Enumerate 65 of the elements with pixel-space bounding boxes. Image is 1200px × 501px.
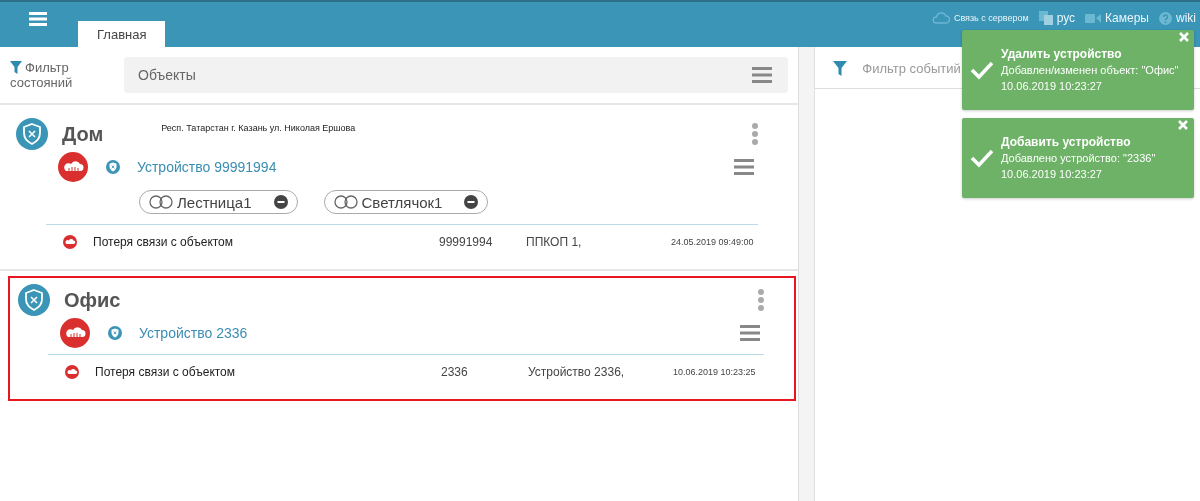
close-button[interactable] xyxy=(1178,32,1189,42)
close-button[interactable] xyxy=(1178,120,1188,130)
more-button[interactable] xyxy=(752,123,759,145)
notification-title: Удалить устройство xyxy=(1001,46,1123,62)
top-link[interactable]: Камеры xyxy=(1085,11,1149,25)
top-link[interactable]: рус xyxy=(1038,11,1076,25)
event-time: 10.06.2019 10:23:25 xyxy=(673,367,756,377)
translate-icon xyxy=(1038,11,1053,25)
menu-button[interactable] xyxy=(29,12,47,26)
close-icon xyxy=(1178,120,1188,130)
more-button[interactable] xyxy=(758,289,765,311)
event-cell-text: Устройство 2336, xyxy=(528,365,626,379)
top-link[interactable]: wiki xyxy=(1159,11,1196,25)
filter-icon xyxy=(833,61,848,76)
event-cell-text: 99991994 xyxy=(439,235,494,249)
cloud-icon xyxy=(60,318,90,348)
check-icon xyxy=(970,60,994,80)
event-text: Потеря связи с объектом xyxy=(95,365,237,379)
tab[interactable]: Главная xyxy=(78,21,166,47)
zone-label: Светлячок1 xyxy=(361,193,443,211)
filter-icon xyxy=(10,61,22,74)
object-name: Офис xyxy=(64,288,121,312)
menu-icon xyxy=(740,325,761,341)
top-link[interactable]: Связь с сервером xyxy=(931,11,1029,25)
event-time: 24.05.2019 09:49:00 xyxy=(671,237,754,247)
remove-icon xyxy=(273,195,288,209)
shield-icon xyxy=(16,118,48,150)
cloud-icon xyxy=(931,12,950,24)
filter-button[interactable]: Фильтр состояний xyxy=(10,60,86,90)
object-card[interactable]: Офис Устройство 2336 Потеря связи с объектом 2336 Устройство 2336, 10.06.2019 10:23:25 xyxy=(8,276,797,401)
more-icon xyxy=(752,123,759,145)
shield-icon xyxy=(106,160,120,174)
close-icon xyxy=(1178,32,1189,42)
menu-icon xyxy=(752,67,773,83)
device-link[interactable]: Устройство 2336 xyxy=(139,325,248,341)
cloud-icon xyxy=(65,365,79,379)
more-icon xyxy=(758,289,765,311)
cloud-icon xyxy=(58,152,88,182)
notification-message: Добавлен/изменен объект: "Офис" xyxy=(1001,63,1179,78)
event-cell-text: 2336 xyxy=(441,365,469,379)
menu-icon xyxy=(734,159,755,175)
notification-title: Добавить устройство xyxy=(1001,134,1132,150)
menu-icon xyxy=(29,12,47,26)
check-icon xyxy=(970,148,994,168)
event-text: Потеря связи с объектом xyxy=(93,235,235,249)
shield-icon xyxy=(18,284,50,316)
menu-button[interactable] xyxy=(744,57,789,93)
remove-icon xyxy=(464,195,479,209)
help-icon xyxy=(1159,11,1172,25)
toggle-icon xyxy=(333,195,358,209)
cloud-icon xyxy=(63,235,77,249)
menu-button[interactable] xyxy=(734,159,755,175)
menu-button[interactable] xyxy=(740,325,761,341)
object-name: Дом xyxy=(62,122,104,146)
toggle-icon xyxy=(149,195,173,209)
notification-time: 10.06.2019 10:23:27 xyxy=(1001,167,1103,182)
object-address: Респ. Татарстан г. Казань ул. Николая Ершова xyxy=(161,123,356,133)
notification-message: Добавлено устройство: "2336" xyxy=(1001,151,1157,166)
device-link[interactable]: Устройство 99991994 xyxy=(137,159,277,175)
video-camera-icon xyxy=(1085,12,1102,24)
object-card[interactable]: Дом Респ. Татарстан г. Казань ул. Николая Ершова Устройство 99991994 Лестница1 Светлячок1 Потеря связи с объектом 99991994 ППКОП 1, 24.05.2019 09:49:00 xyxy=(0,110,799,271)
shield-icon xyxy=(108,326,122,340)
search-field[interactable]: Объекты xyxy=(124,57,745,93)
zone-label: Лестница1 xyxy=(177,193,252,211)
event-cell-text: ППКОП 1, xyxy=(526,235,583,249)
